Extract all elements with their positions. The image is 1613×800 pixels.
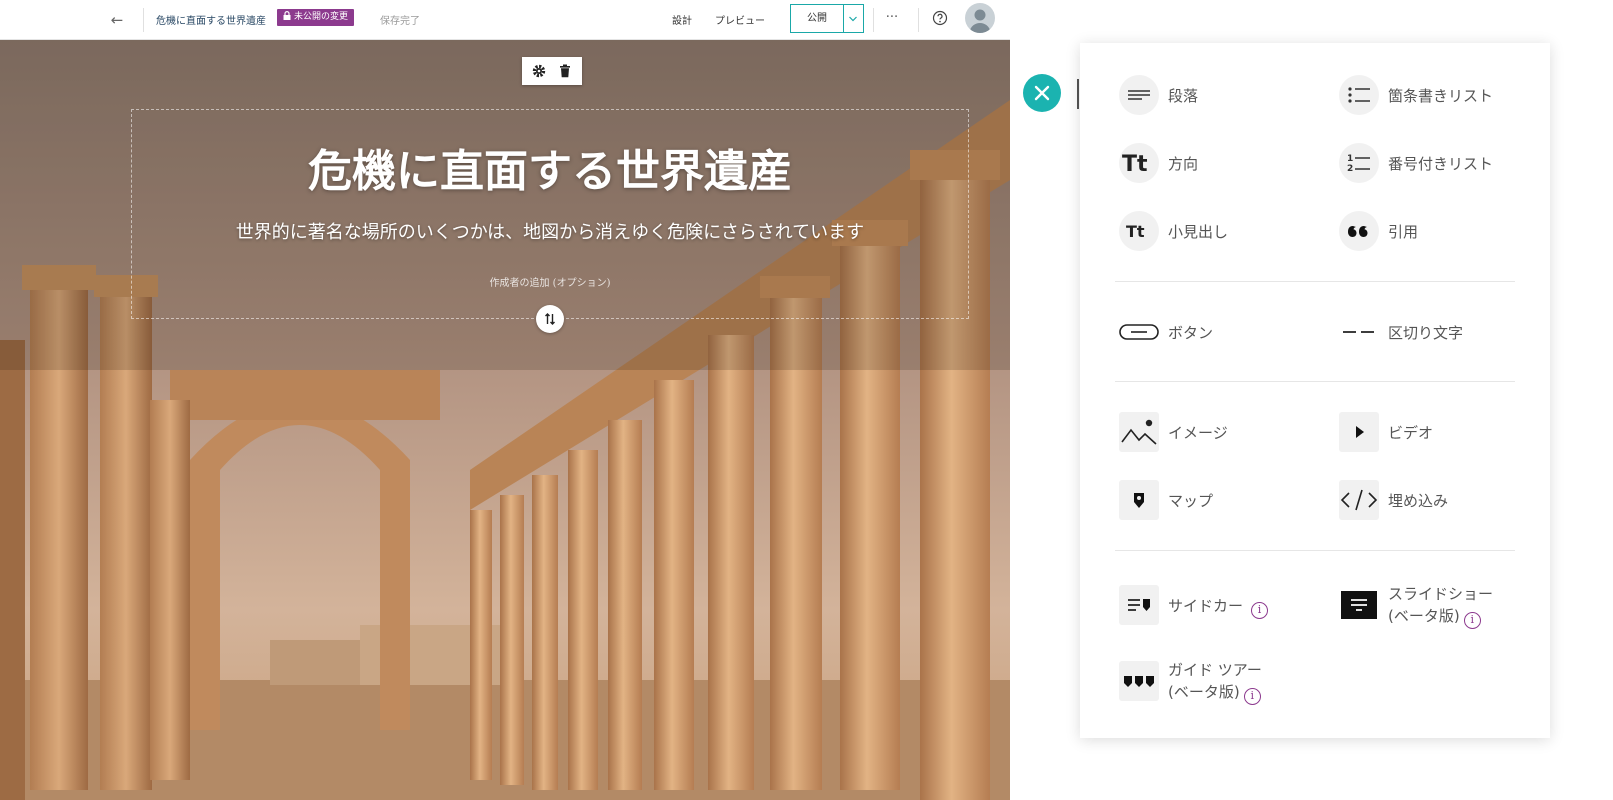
bullet-list-icon: [1339, 75, 1379, 115]
numbered-list-icon: 12: [1339, 143, 1379, 183]
block-label-line1: ガイド ツアー: [1168, 661, 1262, 679]
map-icon: [1119, 480, 1159, 520]
block-label: 区切り文字: [1388, 324, 1464, 342]
text-cursor: [1077, 79, 1079, 109]
block-label: 引用: [1388, 223, 1419, 241]
preview-button[interactable]: プレビュー: [715, 12, 765, 27]
block-label: スライドショー (ベータ版) i: [1388, 583, 1493, 629]
close-block-menu-button[interactable]: [1023, 74, 1061, 112]
block-label: 小見出し: [1168, 223, 1229, 241]
section-divider: [1115, 281, 1515, 282]
block-label: ボタン: [1168, 324, 1214, 342]
block-label: マップ: [1168, 492, 1214, 510]
top-bar: ← 危機に直面する世界遺産 未公開の変更 保存完了 設計 プレビュー 公開 ··…: [0, 0, 1010, 40]
paragraph-icon: [1119, 75, 1159, 115]
heading-icon: Tt: [1119, 143, 1159, 183]
block-label: 箇条書きリスト: [1388, 87, 1494, 105]
block-label: ビデオ: [1388, 424, 1434, 442]
block-label-line1: スライドショー: [1388, 585, 1494, 603]
save-status: 保存完了: [380, 16, 420, 27]
publish-options-dropdown[interactable]: [844, 4, 864, 33]
divider: [873, 8, 874, 32]
subheading-icon: Tt: [1119, 211, 1159, 251]
author-input[interactable]: 作成者の追加 (オプション): [131, 274, 969, 289]
design-button[interactable]: 設計: [672, 12, 692, 27]
gear-icon[interactable]: [531, 63, 547, 79]
swap-layout-button[interactable]: [536, 305, 564, 333]
svg-text:Tt: Tt: [1126, 222, 1145, 241]
chevron-down-icon: [849, 16, 857, 22]
help-icon[interactable]: [932, 10, 948, 30]
image-icon: [1119, 412, 1159, 452]
block-label: 方向: [1168, 155, 1199, 173]
close-icon: [1034, 85, 1050, 101]
video-icon: [1339, 412, 1379, 452]
user-avatar[interactable]: [965, 3, 995, 33]
block-label-text: サイドカー: [1168, 597, 1244, 615]
badge-label: 未公開の変更: [294, 12, 349, 22]
svg-text:1: 1: [1347, 154, 1353, 164]
block-label-line2: (ベータ版): [1388, 607, 1460, 625]
block-picker-panel: 段落 箇条書きリスト Tt 方向 12 番号付きリスト Tt 小見出し 引用 ボ…: [1080, 43, 1550, 738]
divider: [143, 8, 144, 32]
block-label-line2: (ベータ版): [1168, 683, 1240, 701]
info-icon[interactable]: i: [1251, 602, 1269, 619]
back-arrow-icon[interactable]: ←: [107, 10, 127, 30]
block-label: 段落: [1168, 87, 1199, 105]
section-divider: [1115, 550, 1515, 551]
block-label: イメージ: [1168, 424, 1228, 442]
svg-text:Tt: Tt: [1122, 152, 1148, 177]
slideshow-icon: [1339, 585, 1379, 625]
story-subtitle[interactable]: 世界的に著名な場所のいくつかは、地図から消えゆく危険にさらされています: [131, 218, 969, 244]
cover-block-toolbar: [522, 57, 582, 85]
story-title: 危機に直面する世界遺産: [156, 16, 266, 27]
block-label: 番号付きリスト: [1388, 155, 1494, 173]
block-label: ガイド ツアー (ベータ版) i: [1168, 659, 1262, 705]
trash-icon[interactable]: [557, 63, 573, 79]
block-label: 埋め込み: [1388, 492, 1449, 510]
swap-vertical-icon: [545, 313, 555, 325]
divider: [918, 8, 919, 32]
story-title-heading[interactable]: 危機に直面する世界遺産: [131, 135, 969, 199]
quote-icon: [1339, 211, 1379, 251]
publish-button[interactable]: 公開: [790, 4, 844, 33]
story-cover[interactable]: 危機に直面する世界遺産 世界的に著名な場所のいくつかは、地図から消えゆく危険にさ…: [0, 40, 1010, 800]
info-icon[interactable]: i: [1463, 612, 1481, 629]
embed-icon: [1339, 480, 1379, 520]
more-options-icon[interactable]: ···: [880, 8, 904, 28]
svg-text:2: 2: [1347, 164, 1353, 174]
unpublished-changes-badge[interactable]: 未公開の変更: [277, 9, 355, 26]
section-divider: [1115, 381, 1515, 382]
guided-tour-icon: [1119, 661, 1159, 701]
block-label: サイドカー i: [1168, 595, 1269, 619]
button-icon: [1119, 312, 1159, 352]
lock-icon: [283, 11, 291, 20]
user-icon: [969, 9, 991, 33]
separator-icon: [1339, 312, 1379, 352]
sidecar-icon: [1119, 585, 1159, 625]
info-icon[interactable]: i: [1243, 688, 1261, 705]
